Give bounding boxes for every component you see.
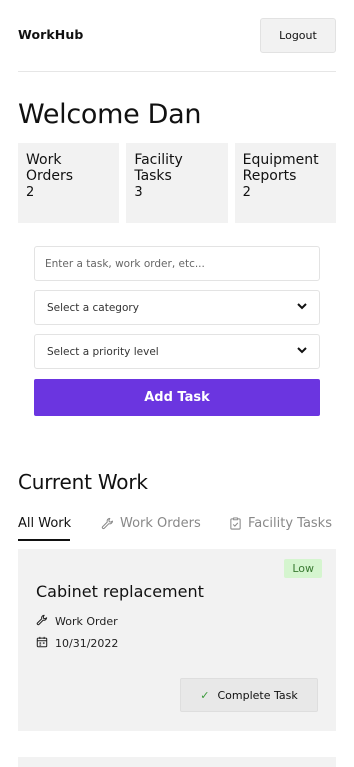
brand-logo-text[interactable]: WorkHub — [18, 27, 83, 42]
task-input[interactable]: Enter a task, work order, etc... — [34, 246, 320, 281]
work-card: Low Cabinet replacement Work Order 10/31… — [18, 549, 336, 731]
priority-select-value: Select a priority level — [47, 345, 159, 358]
wrench-icon — [36, 614, 48, 629]
tab-label: Work Orders — [120, 515, 201, 531]
work-card-date-label: 10/31/2022 — [55, 637, 119, 650]
stat-count: 3 — [134, 185, 143, 200]
stat-equipment-reports: Equipment Reports 2 — [234, 143, 336, 223]
stat-count: 2 — [242, 185, 251, 200]
tab-label: Facility Tasks — [248, 515, 332, 531]
wrench-icon — [101, 517, 114, 530]
priority-select[interactable]: Select a priority level — [34, 334, 320, 369]
stat-label: Work Orders — [26, 152, 74, 184]
complete-task-button[interactable]: ✓ Complete Task — [180, 678, 318, 712]
active-tab-indicator — [18, 539, 70, 541]
stat-count: 2 — [26, 185, 35, 200]
work-tabs: All Work Work Orders Facility Tasks — [18, 512, 348, 542]
work-card-partial — [18, 757, 336, 767]
current-work-heading: Current Work — [18, 470, 148, 494]
stat-label: Facility Tasks — [134, 152, 183, 184]
tab-work-orders[interactable]: Work Orders — [101, 512, 201, 534]
category-select[interactable]: Select a category — [34, 290, 320, 325]
calendar-icon — [36, 636, 48, 651]
stat-facility-tasks: Facility Tasks 3 — [126, 143, 228, 223]
category-select-value: Select a category — [47, 301, 139, 314]
tab-all-work[interactable]: All Work — [18, 512, 71, 534]
add-task-button[interactable]: Add Task — [34, 379, 320, 416]
stat-label: Equipment Reports — [242, 152, 319, 184]
chevron-down-icon — [297, 346, 307, 357]
chevron-down-icon — [297, 302, 307, 313]
tab-label: All Work — [18, 515, 72, 531]
welcome-heading: Welcome Dan — [18, 99, 202, 130]
add-task-form: Enter a task, work order, etc... Select … — [34, 246, 320, 416]
task-input-placeholder: Enter a task, work order, etc... — [45, 257, 205, 270]
clipboard-check-icon — [229, 516, 242, 530]
complete-task-label: Complete Task — [217, 688, 298, 702]
app-header: WorkHub Logout — [18, 18, 336, 72]
logout-button[interactable]: Logout — [260, 18, 336, 53]
stat-work-orders: Work Orders 2 — [18, 143, 120, 223]
stats-row: Work Orders 2 Facility Tasks 3 Equipment… — [18, 143, 336, 223]
work-card-type-label: Work Order — [55, 615, 118, 628]
work-card-date: 10/31/2022 — [36, 636, 118, 651]
work-card-title: Cabinet replacement — [36, 582, 204, 601]
check-icon: ✓ — [200, 688, 210, 702]
work-card-type: Work Order — [36, 614, 118, 629]
priority-badge: Low — [284, 559, 322, 578]
tab-facility-tasks[interactable]: Facility Tasks — [229, 512, 332, 534]
